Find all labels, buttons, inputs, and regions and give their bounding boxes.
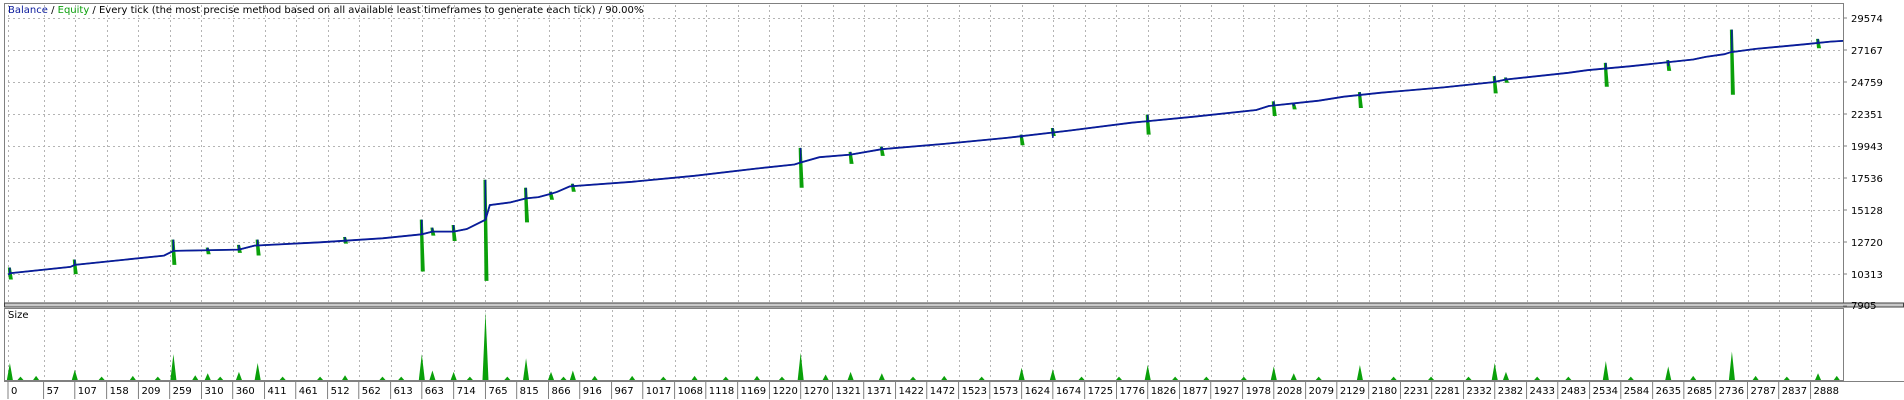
x-tick-label: 1624 bbox=[1025, 386, 1050, 397]
legend-separator-1: / bbox=[48, 5, 58, 16]
x-tick-label: 411 bbox=[268, 386, 287, 397]
x-tick-label: 916 bbox=[583, 386, 602, 397]
x-tick-label: 866 bbox=[552, 386, 571, 397]
x-tick-label: 1776 bbox=[1119, 386, 1144, 397]
x-tick-label: 1573 bbox=[993, 386, 1018, 397]
x-tick-label: 2180 bbox=[1372, 386, 1397, 397]
y-tick-label: 15128 bbox=[1851, 206, 1883, 217]
x-tick-label: 259 bbox=[173, 386, 192, 397]
strategy-tester-graph: 29574 27167 24759 22351 19943 17536 15128 12720… bbox=[0, 0, 1904, 400]
legend-separator-2: / bbox=[89, 5, 99, 16]
x-tick-label: 562 bbox=[362, 386, 381, 397]
x-tick-label: 1978 bbox=[1246, 386, 1271, 397]
x-tick-label: 2433 bbox=[1530, 386, 1555, 397]
legend-separator-3: / bbox=[595, 5, 605, 16]
x-tick-label: 1725 bbox=[1088, 386, 1113, 397]
y-tick-label: 27167 bbox=[1851, 46, 1883, 57]
x-tick-label: 1674 bbox=[1056, 386, 1081, 397]
x-tick-label: 2888 bbox=[1814, 386, 1839, 397]
chart-legend: Balance / Equity / Every tick (the most … bbox=[8, 5, 643, 16]
chart-background bbox=[0, 0, 1904, 400]
x-tick-label: 1220 bbox=[772, 386, 797, 397]
x-tick-label: 2129 bbox=[1340, 386, 1365, 397]
x-tick-label: 2281 bbox=[1435, 386, 1460, 397]
legend-model: Every tick (the most precise method base… bbox=[99, 5, 596, 16]
x-tick-label: 2079 bbox=[1309, 386, 1334, 397]
x-tick-label: 461 bbox=[299, 386, 318, 397]
x-tick-label: 1118 bbox=[709, 386, 734, 397]
x-tick-label: 2787 bbox=[1751, 386, 1776, 397]
size-panel-label: Size bbox=[8, 310, 29, 321]
x-tick-label: 1068 bbox=[678, 386, 703, 397]
y-tick-label: 10313 bbox=[1851, 270, 1883, 281]
x-tick-label: 57 bbox=[47, 386, 60, 397]
x-tick-label: 360 bbox=[236, 386, 255, 397]
x-tick-label: 310 bbox=[204, 386, 223, 397]
x-tick-label: 209 bbox=[141, 386, 160, 397]
x-tick-label: 2685 bbox=[1687, 386, 1712, 397]
legend-quality: 90.00% bbox=[605, 5, 643, 16]
x-tick-label: 1270 bbox=[804, 386, 829, 397]
y-tick-label: 29574 bbox=[1851, 14, 1883, 25]
legend-equity: Equity bbox=[58, 5, 90, 16]
x-tick-label: 1371 bbox=[867, 386, 892, 397]
x-tick-label: 2736 bbox=[1719, 386, 1744, 397]
x-tick-label: 967 bbox=[615, 386, 634, 397]
x-tick-label: 1472 bbox=[930, 386, 955, 397]
x-tick-label: 2584 bbox=[1624, 386, 1649, 397]
x-tick-label: 2837 bbox=[1782, 386, 1807, 397]
x-tick-label: 663 bbox=[425, 386, 444, 397]
x-tick-label: 107 bbox=[78, 386, 97, 397]
x-tick-label: 2332 bbox=[1467, 386, 1492, 397]
x-tick-label: 2483 bbox=[1561, 386, 1586, 397]
y-tick-label: 24759 bbox=[1851, 78, 1883, 89]
panel-separator bbox=[4, 302, 1904, 308]
legend-balance: Balance bbox=[8, 5, 48, 16]
x-tick-label: 714 bbox=[457, 386, 476, 397]
x-tick-label: 2231 bbox=[1403, 386, 1428, 397]
x-tick-label: 1321 bbox=[836, 386, 861, 397]
x-tick-label: 1523 bbox=[962, 386, 987, 397]
x-tick-label: 2028 bbox=[1277, 386, 1302, 397]
x-tick-label: 1826 bbox=[1151, 386, 1176, 397]
x-tick-label: 765 bbox=[488, 386, 507, 397]
x-tick-label: 1169 bbox=[741, 386, 766, 397]
x-tick-label: 512 bbox=[331, 386, 350, 397]
x-tick-label: 2382 bbox=[1498, 386, 1523, 397]
x-tick-label: 1017 bbox=[646, 386, 671, 397]
x-tick-label: 158 bbox=[110, 386, 129, 397]
x-tick-label: 2534 bbox=[1593, 386, 1618, 397]
y-tick-label: 17536 bbox=[1851, 174, 1883, 185]
x-tick-label: 2635 bbox=[1656, 386, 1681, 397]
y-tick-label: 19943 bbox=[1851, 142, 1883, 153]
x-tick-label: 1927 bbox=[1214, 386, 1239, 397]
x-tick-label: 0 bbox=[11, 386, 17, 397]
x-tick-label: 1877 bbox=[1183, 386, 1208, 397]
x-tick-label: 1422 bbox=[899, 386, 924, 397]
x-tick-label: 613 bbox=[394, 386, 413, 397]
x-tick-label: 815 bbox=[520, 386, 539, 397]
y-tick-label: 22351 bbox=[1851, 110, 1883, 121]
y-tick-label: 7905 bbox=[1851, 301, 1876, 312]
y-tick-label: 12720 bbox=[1851, 238, 1883, 249]
